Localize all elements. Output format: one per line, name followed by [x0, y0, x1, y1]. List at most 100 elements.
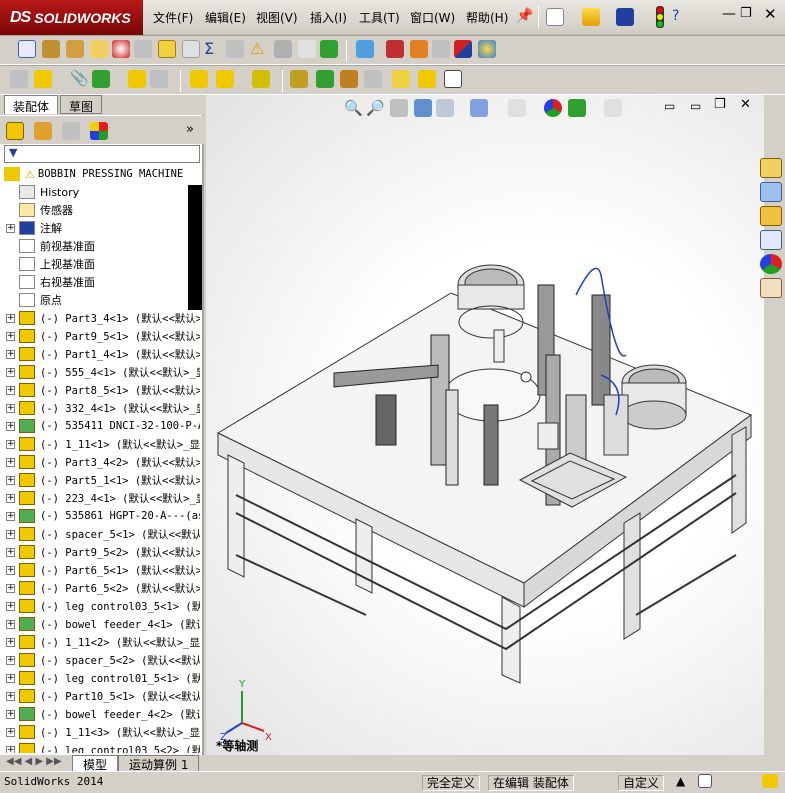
smart-fasteners-icon[interactable] [128, 70, 146, 88]
expand-icon[interactable]: + [6, 511, 15, 521]
menu-insert[interactable]: 插入(I) [310, 9, 347, 26]
file-explorer-icon[interactable] [760, 206, 782, 226]
minimize-icon[interactable]: — [722, 6, 736, 22]
design-library-icon[interactable] [760, 182, 782, 202]
rebuild-indicator-icon[interactable] [762, 774, 778, 788]
expand-icon[interactable]: + [6, 745, 15, 753]
expand-panel-icon[interactable]: » [186, 122, 194, 137]
disabled-check-icon[interactable] [182, 40, 200, 58]
expand-icon[interactable]: + [6, 655, 15, 665]
rebuild-traffic-light-icon[interactable] [656, 6, 664, 28]
align-icon[interactable] [274, 40, 292, 58]
close-icon[interactable]: ✕ [764, 5, 777, 23]
units-status[interactable]: 自定义 [618, 775, 665, 791]
tree-part[interactable]: + (-) Part10_5<1> (默认<<默认> [0, 687, 200, 705]
expand-icon[interactable]: + [6, 565, 15, 575]
menu-view[interactable]: 视图(V) [256, 9, 298, 26]
feature-manager-tab-icon[interactable] [6, 122, 24, 140]
tree-part[interactable]: + (-) 1_11<3> (默认<<默认>_显示 [0, 723, 200, 741]
expand-icon[interactable]: + [6, 475, 15, 485]
tree-folder[interactable]: 原点 [0, 291, 200, 309]
display-manager-tab-icon[interactable] [90, 122, 108, 140]
design-check-icon[interactable] [432, 40, 450, 58]
tree-part[interactable]: + (-) 223_4<1> (默认<<默认>_显 [0, 489, 200, 507]
custom-properties-icon[interactable] [760, 278, 782, 298]
expand-icon[interactable]: + [6, 367, 15, 377]
solidworks-resources-icon[interactable] [760, 158, 782, 178]
expand-icon[interactable]: + [6, 331, 15, 341]
tree-part[interactable]: + (-) spacer_5<2> (默认<<默认> [0, 651, 200, 669]
tree-part[interactable]: + (-) 535411 DNCI-32-100-P-A< [0, 417, 200, 435]
expand-icon[interactable]: + [6, 583, 15, 593]
viewport-minimize-icon[interactable]: ▭ [690, 99, 701, 113]
expand-icon[interactable]: + [6, 637, 15, 647]
restore-icon[interactable]: ❐ [740, 6, 752, 21]
expand-icon[interactable]: + [6, 547, 15, 557]
reference-geometry-icon[interactable] [252, 70, 270, 88]
expand-icon[interactable]: + [6, 673, 15, 683]
viewport-close-icon[interactable]: ✕ [740, 97, 751, 112]
tree-part[interactable]: + (-) 535861 HGPT-20-A---(asm [0, 507, 200, 525]
menu-help[interactable]: 帮助(H) [466, 9, 508, 26]
expand-icon[interactable]: + [6, 403, 15, 413]
pin-icon[interactable]: 📌 [516, 8, 533, 24]
menu-tools[interactable]: 工具(T) [359, 9, 400, 26]
filter-box[interactable]: ▼ [4, 145, 200, 163]
units-dropdown-icon[interactable]: ▲ [676, 774, 685, 788]
bill-of-materials-icon[interactable] [316, 70, 334, 88]
expand-icon[interactable]: + [6, 601, 15, 611]
spell-check-icon[interactable] [18, 40, 36, 58]
instant3d-icon[interactable] [392, 70, 410, 88]
update-speedpak-icon[interactable] [418, 70, 436, 88]
exploded-view-icon[interactable] [340, 70, 358, 88]
save-icon[interactable] [616, 8, 634, 26]
snapshot-icon[interactable] [444, 70, 462, 88]
menu-file[interactable]: 文件(F) [153, 9, 193, 26]
insert-component-icon[interactable] [34, 70, 52, 88]
tree-part[interactable]: + (-) leg control01_5<1> (默认 [0, 669, 200, 687]
assembly-model[interactable]: Y X Z [206, 115, 764, 755]
expand-icon[interactable]: + [6, 349, 15, 359]
checkbox-icon[interactable] [158, 40, 176, 58]
photoview-icon[interactable] [478, 40, 496, 58]
tile-horizontal-icon[interactable]: ▭ [664, 99, 675, 113]
tree-part[interactable]: + (-) Part3_4<1> (默认<<默认>_ [0, 309, 200, 327]
expand-icon[interactable]: + [6, 619, 15, 629]
sum-icon[interactable]: Σ [204, 39, 214, 58]
tree-part[interactable]: + (-) Part8_5<1> (默认<<默认>_ [0, 381, 200, 399]
configuration-manager-tab-icon[interactable] [62, 122, 80, 140]
warning-icon[interactable]: ⚠ [250, 39, 264, 58]
tree-part[interactable]: + (-) bowel feeder_4<1> (默认< [0, 615, 200, 633]
tree-folder[interactable]: History [0, 183, 200, 201]
expand-icon[interactable]: + [6, 421, 15, 431]
tree-part[interactable]: + (-) Part3_4<2> (默认<<默认>_ [0, 453, 200, 471]
measure-icon[interactable] [42, 40, 60, 58]
tree-part[interactable]: + (-) Part9_5<1> (默认<<默认>_ [0, 327, 200, 345]
new-motion-study-icon[interactable] [290, 70, 308, 88]
mass-properties-icon[interactable] [66, 40, 84, 58]
tree-part[interactable]: + (-) 1_11<2> (默认<<默认>_显示 [0, 633, 200, 651]
quick-tips-icon[interactable] [698, 774, 712, 788]
explode-line-icon[interactable] [364, 70, 382, 88]
show-hidden-icon[interactable] [190, 70, 208, 88]
tree-folder[interactable]: + 注解 [0, 219, 200, 237]
mate-icon[interactable]: 📎 [70, 69, 89, 87]
tree-part[interactable]: + (-) Part9_5<2> (默认<<默认>_ [0, 543, 200, 561]
expand-icon[interactable]: + [6, 223, 15, 233]
simulation-icon[interactable] [386, 40, 404, 58]
move-component-icon[interactable] [150, 70, 168, 88]
tree-part[interactable]: + (-) 555_4<1> (默认<<默认>_显 [0, 363, 200, 381]
tree-part[interactable]: + (-) Part5_1<1> (默认<<默认>_ [0, 471, 200, 489]
expand-icon[interactable]: + [6, 709, 15, 719]
menu-edit[interactable]: 编辑(E) [205, 9, 246, 26]
expand-icon[interactable]: + [6, 313, 15, 323]
help-icon[interactable]: ? [672, 8, 679, 24]
tree-part[interactable]: + (-) Part6_5<2> (默认<<默认>_ [0, 579, 200, 597]
linear-pattern-icon[interactable] [92, 70, 110, 88]
menu-window[interactable]: 窗口(W) [410, 9, 455, 26]
expand-icon[interactable]: + [6, 385, 15, 395]
expand-icon[interactable]: + [6, 457, 15, 467]
tree-root[interactable]: ⚠ BOBBIN PRESSING MACHINE [0, 165, 200, 183]
edit-component-icon[interactable] [10, 70, 28, 88]
check-icon[interactable] [112, 40, 130, 58]
